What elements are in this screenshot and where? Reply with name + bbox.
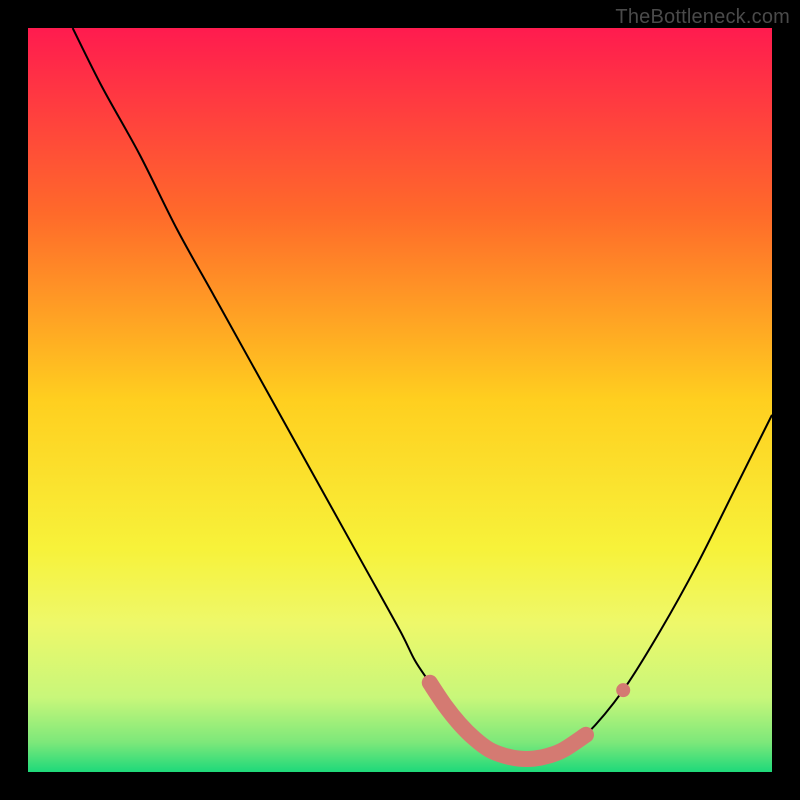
gradient-background — [28, 28, 772, 772]
chart-frame: TheBottleneck.com — [0, 0, 800, 800]
bottleneck-chart — [28, 28, 772, 772]
watermark-text: TheBottleneck.com — [615, 6, 790, 29]
optimal-range-end-dot — [616, 683, 630, 697]
plot-area — [28, 28, 772, 772]
